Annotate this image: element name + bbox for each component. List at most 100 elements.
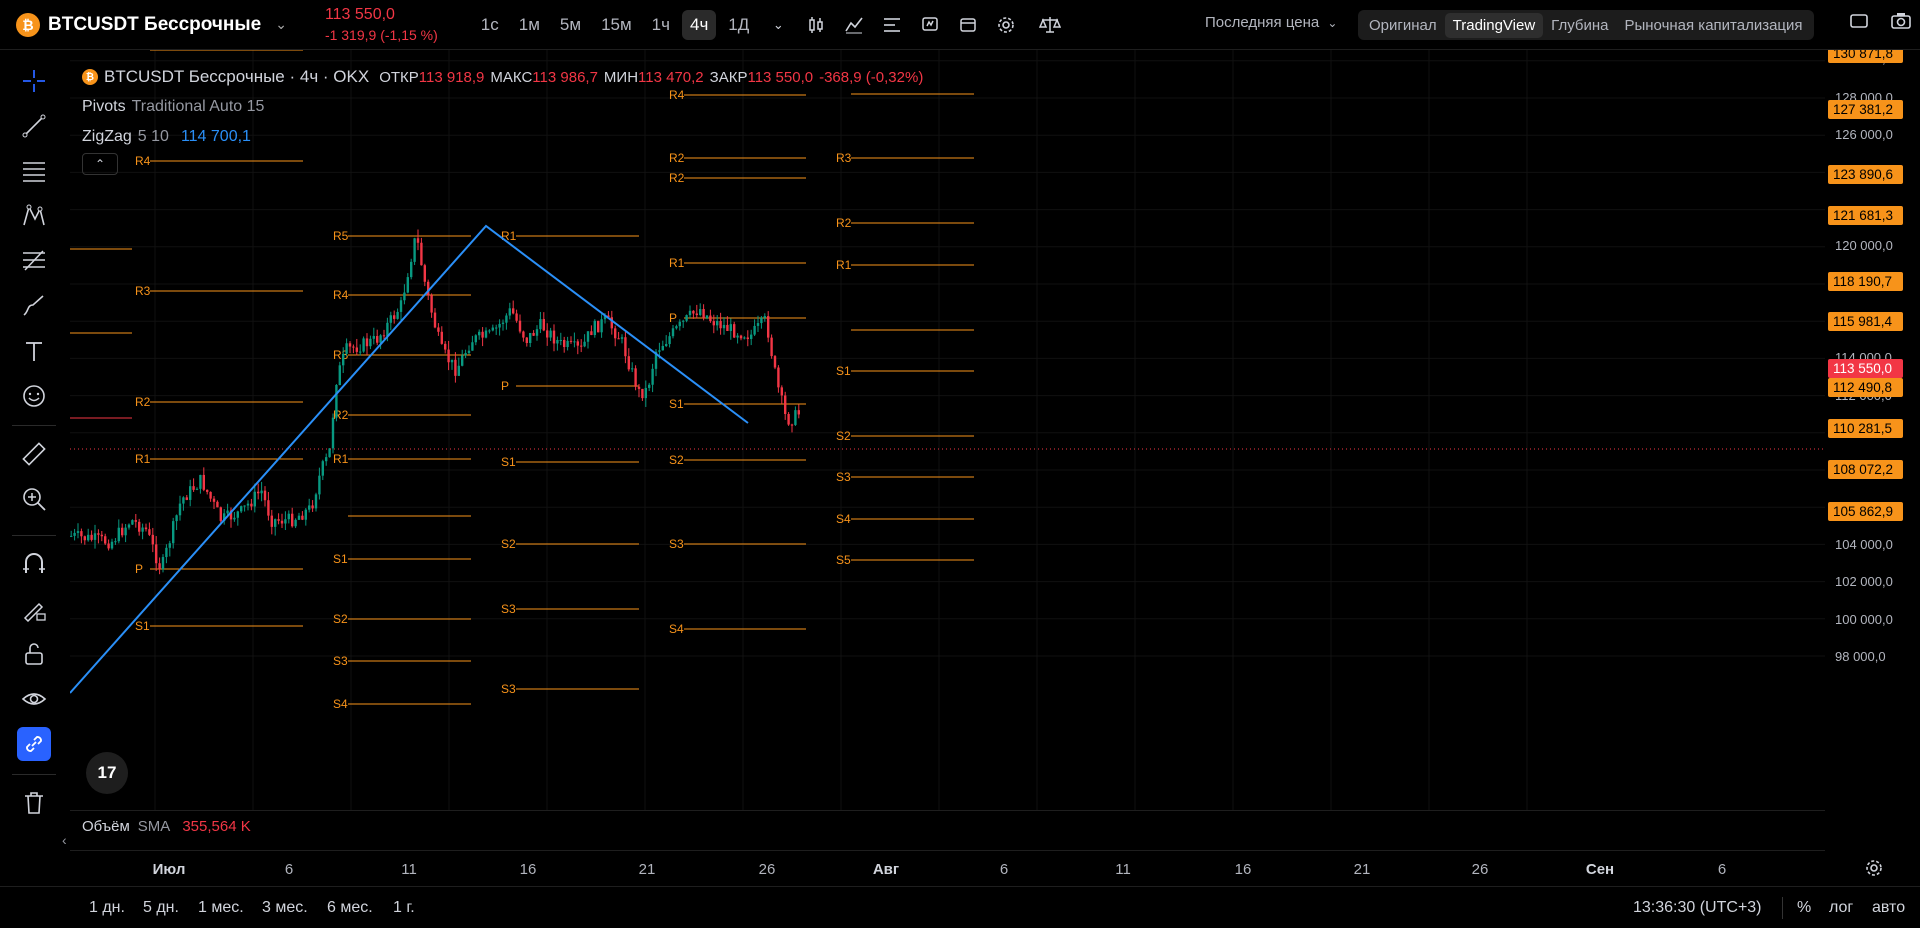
tab-tradingview[interactable]: TradingView [1444,12,1544,38]
list-settings-icon[interactable] [875,8,909,42]
candle-body [529,332,532,343]
range-1y[interactable]: 1 г. [393,899,415,917]
gear-icon[interactable] [1864,858,1884,883]
range-5d[interactable]: 5 дн. [143,899,179,917]
interval-selector: 1с 1м 5м 15м 1ч 4ч 1Д ⌄ [473,8,1067,42]
range-1m[interactable]: 1 мес. [198,899,244,917]
tab-original[interactable]: Оригинал [1361,13,1445,38]
price-label: 130 871,8 [1833,50,1893,61]
replay-icon[interactable] [913,8,947,42]
scale-icon[interactable] [1033,8,1067,42]
pivot-label: S1 [836,364,851,378]
interval-15m[interactable]: 15м [593,10,640,40]
emoji-icon[interactable] [17,379,51,413]
horizontal-lines-icon[interactable] [17,154,51,188]
candle-body [658,350,661,352]
text-tool-icon[interactable] [17,334,51,368]
interval-1s[interactable]: 1с [473,10,507,40]
chevron-up-icon: ⌃ [94,157,106,171]
eye-icon[interactable] [17,682,51,716]
camera-icon[interactable] [1890,10,1912,37]
candle-body [195,488,199,490]
candle-body [141,527,144,532]
candle-body [474,335,477,343]
pattern-icon[interactable] [17,199,51,233]
pivot-label: R4 [333,288,349,302]
candle-body [712,321,715,326]
chevron-down-icon[interactable]: ⌄ [275,16,287,33]
candle-body [206,489,209,492]
candle-body [467,350,471,354]
price-source-dropdown[interactable]: Последняя цена ⌄ [1205,14,1337,31]
pivots-legend[interactable]: Pivots Traditional Auto 15 [82,92,923,122]
unlock-icon[interactable] [17,637,51,671]
clock[interactable]: 13:36:30 (UTC+3) [1633,899,1762,917]
symbol-name[interactable]: BTCUSDT Бессрочные [48,14,261,36]
candle-body [716,320,719,326]
time-axis[interactable]: Июл 6 11 16 21 26 Авг 6 11 16 21 26 Сен 6 [70,850,1825,884]
candle-body [580,345,583,347]
range-6m[interactable]: 6 мес. [327,899,373,917]
candle-body [770,337,773,357]
candle-body [790,424,794,426]
candlestick-icon[interactable] [799,8,833,42]
candle-body [199,474,202,489]
price-chart[interactable]: R4 R3 R2 R1 P S1 R5 R4 R3 R2 R1 S1 S2 S3 S4 R1 P S1 S2 S3 S3… [70,50,1825,810]
chevron-down-icon[interactable]: ⌄ [761,8,795,42]
range-3m[interactable]: 3 мес. [262,899,308,917]
interval-4h[interactable]: 4ч [681,9,717,40]
templates-icon[interactable] [951,8,985,42]
tab-market-cap[interactable]: Рыночная капитализация [1616,13,1810,38]
link-icon[interactable] [17,727,51,761]
candle-body [396,311,399,319]
crosshair-icon[interactable] [17,64,51,98]
candle-body [515,313,518,321]
collapse-toolbar-icon[interactable]: ‹ [62,832,67,848]
pivot-label: S5 [836,553,851,567]
main-series-legend[interactable]: ₿ BTCUSDT Бессрочные · 4ч · OKX ОТКР 113… [82,62,923,92]
interval-1d[interactable]: 1Д [720,10,757,40]
brush-icon[interactable] [17,289,51,323]
top-toolbar: ₿ BTCUSDT Бессрочные ⌄ 113 550,0 -1 319,… [0,0,1920,50]
candle-body [488,330,491,332]
toolbar-divider [12,535,56,536]
range-1d[interactable]: 1 дн. [89,899,125,917]
candle-body [240,506,243,512]
collapse-legend-button[interactable]: ⌃ [82,153,118,175]
pivot-label: R2 [836,216,852,230]
candle-body [182,497,185,504]
candle-body [263,490,267,501]
fullscreen-icon[interactable] [1848,10,1870,37]
trash-icon[interactable] [17,786,51,820]
tab-depth[interactable]: Глубина [1543,13,1616,38]
percent-toggle[interactable]: % [1797,899,1811,917]
lock-drawing-icon[interactable] [17,592,51,626]
interval-5m[interactable]: 5м [552,10,589,40]
symbol-selector[interactable]: ₿ BTCUSDT Бессрочные ⌄ [0,12,287,37]
auto-toggle[interactable]: авто [1872,899,1905,917]
low-label: МИН [603,68,639,86]
magnet-icon[interactable] [17,547,51,581]
zoom-in-icon[interactable] [17,482,51,516]
candle-body [291,513,294,527]
candle-body [416,238,420,243]
interval-1h[interactable]: 1ч [644,10,678,40]
log-toggle[interactable]: лог [1829,899,1853,917]
trend-line-icon[interactable] [17,109,51,143]
fib-tool-icon[interactable] [17,244,51,278]
candle-body [685,315,688,321]
candle-body [399,300,403,312]
interval-1m[interactable]: 1м [511,10,548,40]
pivots-params: Traditional Auto 15 [131,98,265,115]
gear-icon[interactable] [989,8,1023,42]
price-axis[interactable]: 128 000,0128 000,0126 000,0120 000,0114 … [1825,50,1920,810]
zigzag-legend[interactable]: ZigZag 5 10 114 700,1 [82,122,923,152]
volume-legend[interactable]: Объём SMA 355,564 K [82,818,251,835]
indicators-icon[interactable] [837,8,871,42]
time-tick: 6 [1717,861,1727,878]
ruler-icon[interactable] [17,437,51,471]
time-tick: 6 [284,861,294,878]
tradingview-logo[interactable]: 17 [86,752,128,794]
candle-body [304,509,307,520]
candle-body [131,520,134,525]
